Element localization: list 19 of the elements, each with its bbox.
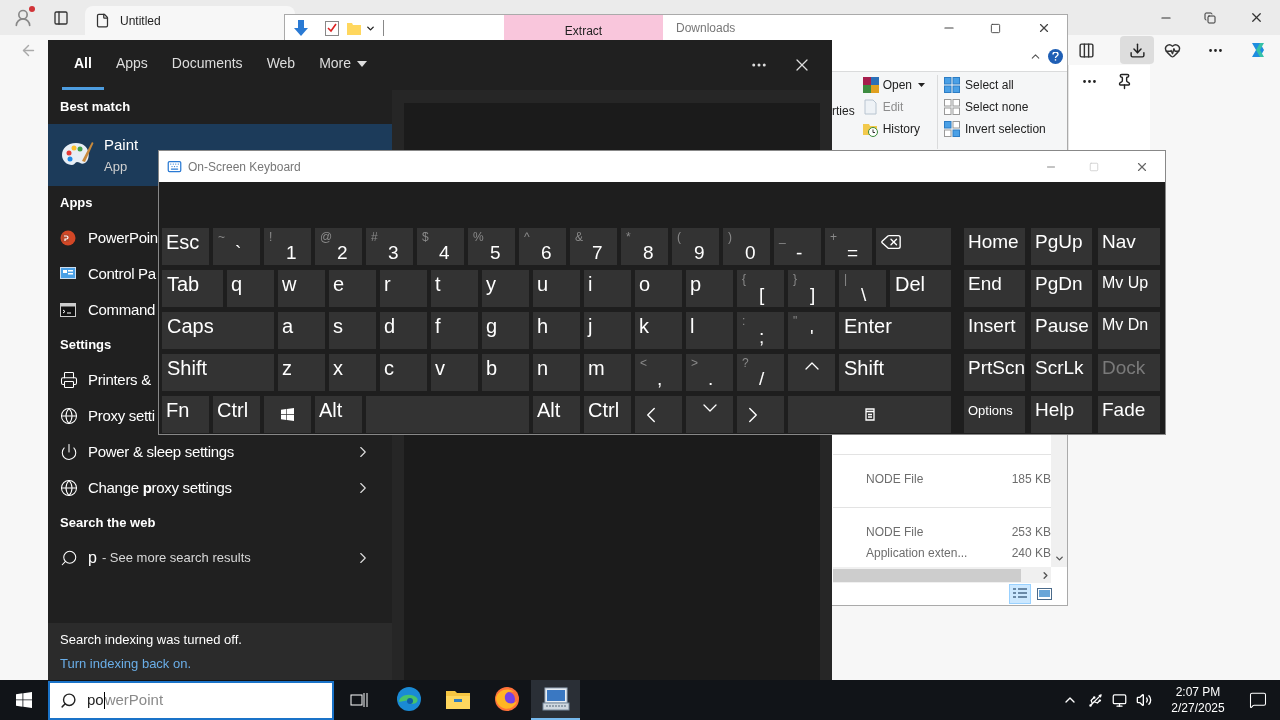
window-title: On-Screen Keyboard xyxy=(188,158,301,176)
result-title: Printers & xyxy=(88,369,151,390)
section-heading: Apps xyxy=(60,194,93,213)
section-heading: Best match xyxy=(60,98,131,117)
result-title: Control Pa xyxy=(88,263,156,284)
notice-text: Search indexing was turned off. xyxy=(60,631,243,649)
result-detail: - See more search results xyxy=(101,549,251,568)
result-title: Proxy setti xyxy=(88,405,155,426)
section-heading: Search the web xyxy=(60,514,156,533)
result-title: Command xyxy=(88,299,156,320)
section-heading: Settings xyxy=(60,336,112,355)
result-title: Change proxy settings xyxy=(88,477,232,498)
result-title: Paint xyxy=(104,135,139,155)
result-title: p xyxy=(88,548,97,568)
window-title: Downloads xyxy=(676,20,736,37)
result-subtitle: App xyxy=(104,157,129,176)
result-title: Power & sleep settings xyxy=(88,441,234,462)
ribbon-label: rties xyxy=(832,103,855,120)
result-title: PowerPoin xyxy=(88,227,158,248)
